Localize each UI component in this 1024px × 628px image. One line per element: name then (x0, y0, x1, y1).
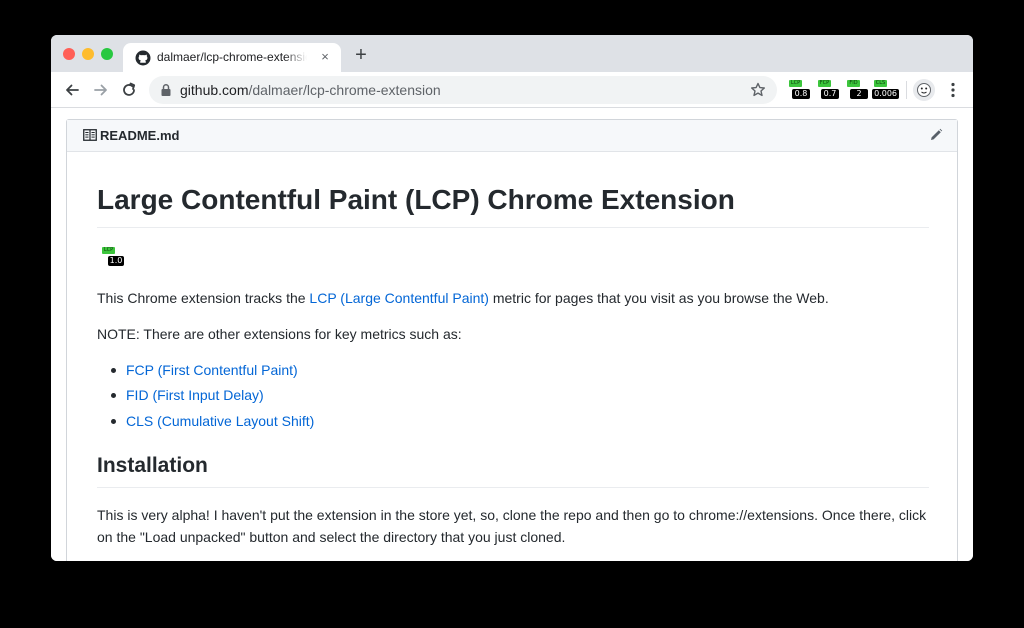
lcp-extension-value: 0.8 (792, 89, 810, 99)
minimize-window-button[interactable] (82, 48, 94, 60)
reload-icon[interactable] (119, 80, 139, 100)
profile-avatar-icon[interactable] (913, 79, 935, 101)
toolbar-separator (906, 81, 907, 99)
intro-paragraph: This Chrome extension tracks the LCP (La… (97, 287, 929, 309)
lcp-badge-image: LCP 1.0 (101, 247, 124, 267)
tab-active[interactable]: dalmaer/lcp-chrome-extension: A × (123, 43, 341, 72)
back-arrow-icon[interactable] (62, 80, 82, 100)
title-divider (97, 227, 929, 228)
fid-extension-button[interactable]: FID 2 (846, 80, 868, 100)
intro-text-start: This Chrome extension tracks the (97, 290, 310, 306)
pencil-icon[interactable] (929, 128, 943, 142)
installation-heading: Installation (97, 454, 208, 477)
bookmark-star-icon[interactable] (749, 81, 767, 99)
github-icon (135, 50, 151, 66)
url-path: /dalmaer/lcp-chrome-extension (248, 82, 441, 98)
installation-divider (97, 487, 929, 488)
fcp-extension-label: FCP (818, 80, 831, 87)
fcp-link[interactable]: FCP (First Contentful Paint) (126, 359, 298, 381)
note-paragraph: NOTE: There are other extensions for key… (97, 326, 462, 342)
cls-extension-value: 0.006 (872, 89, 899, 99)
lcp-extension-button[interactable]: LCP 0.8 (788, 80, 810, 100)
browser-toolbar: github.com/dalmaer/lcp-chrome-extension … (51, 72, 973, 108)
cls-extension-label: CLS (874, 80, 887, 87)
book-icon (83, 129, 97, 141)
fid-extension-value: 2 (850, 89, 868, 99)
url-host: github.com (180, 82, 249, 98)
close-window-button[interactable] (63, 48, 75, 60)
cls-extension-button[interactable]: CLS 0.006 (872, 80, 899, 100)
more-menu-icon[interactable] (947, 80, 959, 100)
lcp-badge-label: LCP (102, 247, 115, 254)
lcp-badge-value: 1.0 (108, 256, 124, 266)
fcp-extension-button[interactable]: FCP 0.7 (817, 80, 839, 100)
fid-link[interactable]: FID (First Input Delay) (126, 384, 264, 406)
intro-text-end: metric for pages that you visit as you b… (488, 290, 829, 306)
forward-arrow-icon[interactable] (91, 80, 111, 100)
list-bullet (111, 419, 116, 424)
installation-paragraph: This is very alpha! I haven't put the ex… (97, 507, 927, 545)
readme-header: README.md (67, 120, 957, 152)
readme-container: README.md Large Contentful Paint (LCP) C… (66, 119, 958, 561)
url-text[interactable]: github.com/dalmaer/lcp-chrome-extension (180, 82, 441, 98)
readme-filename: README.md (100, 128, 180, 143)
page-viewport: README.md Large Contentful Paint (LCP) C… (51, 108, 973, 561)
maximize-window-button[interactable] (101, 48, 113, 60)
tab-title: dalmaer/lcp-chrome-extension: A (157, 50, 307, 64)
fcp-extension-value: 0.7 (821, 89, 839, 99)
lock-icon[interactable] (159, 83, 173, 97)
readme-title: Large Contentful Paint (LCP) Chrome Exte… (97, 184, 735, 215)
lcp-link[interactable]: LCP (Large Contentful Paint) (309, 290, 489, 306)
tab-close-icon[interactable]: × (317, 49, 333, 65)
new-tab-button[interactable]: + (351, 45, 371, 65)
browser-window: dalmaer/lcp-chrome-extension: A × + gith… (51, 35, 973, 561)
list-bullet (111, 368, 116, 373)
fid-extension-label: FID (847, 80, 860, 87)
lcp-extension-label: LCP (789, 80, 802, 87)
tab-strip: dalmaer/lcp-chrome-extension: A × + (51, 35, 973, 72)
list-bullet (111, 393, 116, 398)
cls-link[interactable]: CLS (Cumulative Layout Shift) (126, 410, 314, 432)
address-bar[interactable]: github.com/dalmaer/lcp-chrome-extension (149, 76, 777, 104)
